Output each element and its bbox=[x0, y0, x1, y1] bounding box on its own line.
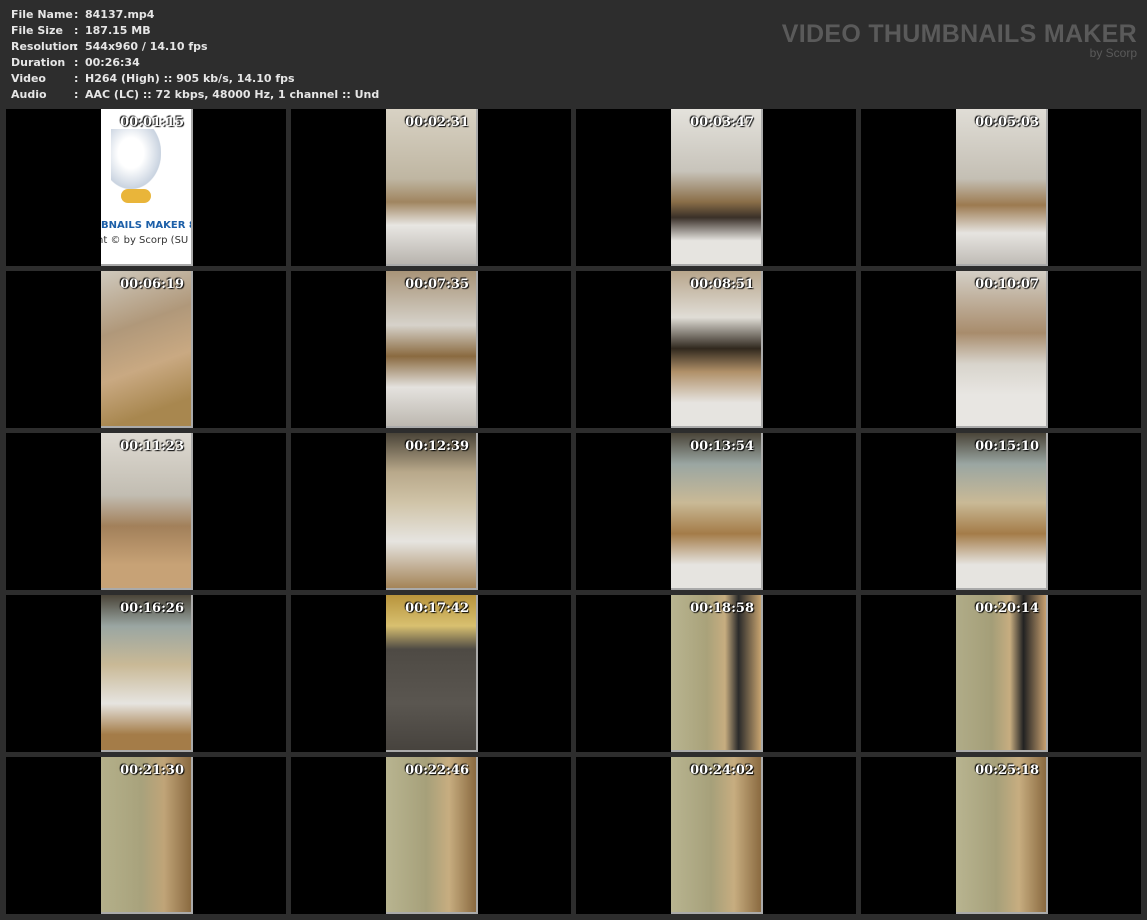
logo-text: MBNAILS MAKER 8 bbox=[101, 220, 191, 231]
thumbnail-cell[interactable]: 00:17:42 bbox=[291, 595, 571, 752]
timestamp: 00:08:51 bbox=[690, 277, 754, 292]
info-separator: : bbox=[74, 72, 79, 85]
logo-copyright: nt © by Scorp (SU bbox=[101, 235, 189, 246]
info-row: File Size:187.15 MB bbox=[11, 23, 379, 39]
timestamp: 00:16:26 bbox=[120, 601, 184, 616]
info-row: File Name:84137.mp4 bbox=[11, 7, 379, 23]
thumbnail-image[interactable]: 00:12:39 bbox=[386, 433, 478, 590]
info-separator: : bbox=[74, 40, 79, 53]
thumbnail-image[interactable]: 00:15:10 bbox=[956, 433, 1048, 590]
info-value: 544x960 / 14.10 fps bbox=[85, 40, 208, 53]
thumbnail-image[interactable]: 00:07:35 bbox=[386, 271, 478, 428]
thumbnail-cell[interactable]: 00:25:18 bbox=[861, 757, 1141, 914]
timestamp: 00:20:14 bbox=[975, 601, 1039, 616]
timestamp: 00:06:19 bbox=[120, 277, 184, 292]
thumbnail-cell[interactable]: 00:12:39 bbox=[291, 433, 571, 590]
brand-title: VIDEO THUMBNAILS MAKER bbox=[781, 20, 1137, 48]
timestamp: 00:10:07 bbox=[975, 277, 1039, 292]
thumbnail-image[interactable]: 00:06:19 bbox=[101, 271, 193, 428]
thumbnail-image[interactable]: 00:13:54 bbox=[671, 433, 763, 590]
thumbnail-image[interactable]: MBNAILS MAKER 8 nt © by Scorp (SU 00:01:… bbox=[101, 109, 193, 266]
info-value: 84137.mp4 bbox=[85, 8, 155, 21]
thumbnail-image[interactable]: 00:10:07 bbox=[956, 271, 1048, 428]
thumbnail-cell[interactable]: 00:22:46 bbox=[291, 757, 571, 914]
thumbnail-image[interactable]: 00:17:42 bbox=[386, 595, 478, 752]
thumbnail-cell[interactable]: 00:10:07 bbox=[861, 271, 1141, 428]
info-key: Video bbox=[11, 72, 46, 85]
info-row: Duration:00:26:34 bbox=[11, 55, 379, 71]
scroll-icon bbox=[121, 189, 151, 203]
info-key: File Size bbox=[11, 24, 63, 37]
thumbnail-image[interactable]: 00:16:26 bbox=[101, 595, 193, 752]
thumbnail-cell[interactable]: 00:11:23 bbox=[6, 433, 286, 590]
info-key: Audio bbox=[11, 88, 47, 101]
timestamp: 00:07:35 bbox=[405, 277, 469, 292]
info-key: Duration bbox=[11, 56, 66, 69]
info-value: AAC (LC) :: 72 kbps, 48000 Hz, 1 channel… bbox=[85, 88, 380, 101]
thumbnail-cell[interactable]: 00:20:14 bbox=[861, 595, 1141, 752]
thumbnail-image[interactable]: 00:11:23 bbox=[101, 433, 193, 590]
timestamp: 00:02:31 bbox=[405, 115, 469, 130]
thumbnail-cell[interactable]: 00:06:19 bbox=[6, 271, 286, 428]
info-value: 00:26:34 bbox=[85, 56, 140, 69]
thumbnail-image[interactable]: 00:08:51 bbox=[671, 271, 763, 428]
timestamp: 00:15:10 bbox=[975, 439, 1039, 454]
info-key: File Name bbox=[11, 8, 73, 21]
info-separator: : bbox=[74, 56, 79, 69]
thumbnail-image[interactable]: 00:22:46 bbox=[386, 757, 478, 914]
thumbnail-cell[interactable]: 00:07:35 bbox=[291, 271, 571, 428]
thumbnail-image[interactable]: 00:05:03 bbox=[956, 109, 1048, 266]
timestamp: 00:22:46 bbox=[405, 763, 469, 778]
timestamp: 00:11:23 bbox=[120, 439, 184, 454]
thumbnail-cell[interactable]: 00:03:47 bbox=[576, 109, 856, 266]
thumbnail-cell[interactable]: 00:05:03 bbox=[861, 109, 1141, 266]
timestamp: 00:21:30 bbox=[120, 763, 184, 778]
timestamp: 00:12:39 bbox=[405, 439, 469, 454]
thumbnail-cell[interactable]: MBNAILS MAKER 8 nt © by Scorp (SU 00:01:… bbox=[6, 109, 286, 266]
info-key: Resolution bbox=[11, 40, 78, 53]
info-value: 187.15 MB bbox=[85, 24, 151, 37]
thumbnail-image[interactable]: 00:24:02 bbox=[671, 757, 763, 914]
thumbnail-cell[interactable]: 00:21:30 bbox=[6, 757, 286, 914]
thumbnail-cell[interactable]: 00:18:58 bbox=[576, 595, 856, 752]
file-info: File Name:84137.mp4 File Size:187.15 MB Re… bbox=[11, 7, 379, 103]
info-separator: : bbox=[74, 24, 79, 37]
timestamp: 00:25:18 bbox=[975, 763, 1039, 778]
thumbnail-image[interactable]: 00:03:47 bbox=[671, 109, 763, 266]
info-separator: : bbox=[74, 8, 79, 21]
info-row: Resolution:544x960 / 14.10 fps bbox=[11, 39, 379, 55]
thumbnail-cell[interactable]: 00:15:10 bbox=[861, 433, 1141, 590]
thumbnail-image[interactable]: 00:18:58 bbox=[671, 595, 763, 752]
info-row: Video: H264 (High) :: 905 kb/s, 14.10 fps bbox=[11, 71, 379, 87]
thumbnail-image[interactable]: 00:02:31 bbox=[386, 109, 478, 266]
timestamp: 00:03:47 bbox=[690, 115, 754, 130]
thumbnail-image[interactable]: 00:25:18 bbox=[956, 757, 1048, 914]
thumbnail-cell[interactable]: 00:13:54 bbox=[576, 433, 856, 590]
thumbnail-cell[interactable]: 00:08:51 bbox=[576, 271, 856, 428]
timestamp: 00:05:03 bbox=[975, 115, 1039, 130]
thumbnail-image[interactable]: 00:20:14 bbox=[956, 595, 1048, 752]
timestamp: 00:13:54 bbox=[690, 439, 754, 454]
thumbnail-cell[interactable]: 00:24:02 bbox=[576, 757, 856, 914]
info-separator: : bbox=[74, 88, 79, 101]
timestamp: 00:24:02 bbox=[690, 763, 754, 778]
brand-logo: VIDEO THUMBNAILS MAKER by Scorp bbox=[782, 20, 1137, 60]
info-value: H264 (High) :: 905 kb/s, 14.10 fps bbox=[85, 72, 295, 85]
timestamp: 00:18:58 bbox=[690, 601, 754, 616]
timestamp: 00:17:42 bbox=[405, 601, 469, 616]
owl-logo-icon bbox=[111, 129, 161, 189]
thumbnail-grid: MBNAILS MAKER 8 nt © by Scorp (SU 00:01:… bbox=[6, 109, 1141, 914]
info-row: Audio: AAC (LC) :: 72 kbps, 48000 Hz, 1 c… bbox=[11, 87, 379, 103]
thumbnail-image[interactable]: 00:21:30 bbox=[101, 757, 193, 914]
timestamp: 00:01:15 bbox=[120, 115, 184, 130]
thumbnail-cell[interactable]: 00:02:31 bbox=[291, 109, 571, 266]
thumbnail-cell[interactable]: 00:16:26 bbox=[6, 595, 286, 752]
